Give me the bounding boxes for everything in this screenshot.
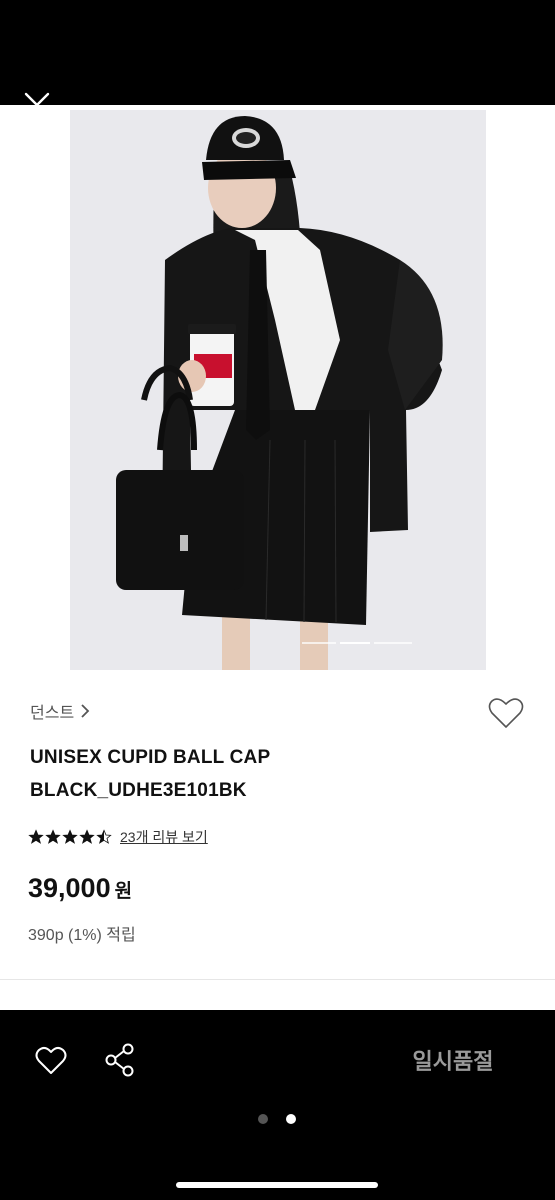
bottom-action-bar: 일시품절 — [0, 1010, 555, 1200]
price: 39,000 원 — [28, 873, 132, 904]
rating-row: 23개 리뷰 보기 — [28, 827, 208, 847]
share-icon — [105, 1043, 134, 1077]
close-button[interactable] — [20, 88, 54, 122]
home-indicator — [176, 1182, 378, 1188]
share-button[interactable] — [104, 1043, 136, 1077]
image-pager-segment — [302, 642, 336, 644]
like-button[interactable] — [34, 1044, 68, 1076]
wishlist-button[interactable] — [486, 693, 526, 733]
heart-outline-icon — [35, 1046, 67, 1074]
brand-name: 던스트 — [30, 705, 75, 722]
soldout-button[interactable]: 일시품절 — [390, 1044, 516, 1076]
star-icon — [79, 829, 95, 844]
price-amount: 39,000 — [28, 873, 111, 903]
view-page-dots — [258, 1114, 296, 1124]
close-icon — [24, 92, 50, 118]
chevron-right-icon — [81, 704, 90, 718]
star-icon — [62, 829, 78, 844]
image-pager-segment — [374, 642, 412, 644]
product-title-line: UNISEX CUPID BALL CAP — [30, 747, 271, 768]
rating-stars — [28, 829, 112, 845]
reward-points: 390p (1%) 적립 — [28, 927, 136, 944]
star-icon — [28, 829, 44, 844]
product-sheet: 던스트 UNISEX CUPID BALL CAP BLACK_UDHE3E10… — [0, 105, 555, 1010]
review-link[interactable]: 23개 리뷰 보기 — [120, 827, 208, 847]
brand-link[interactable]: 던스트 — [30, 699, 90, 723]
heart-outline-icon — [488, 698, 524, 728]
status-bar — [0, 0, 555, 105]
star-icon — [96, 829, 112, 844]
page-dot-active — [286, 1114, 296, 1124]
page-dot — [258, 1114, 268, 1124]
star-icon — [45, 829, 61, 844]
product-image[interactable] — [70, 110, 486, 670]
price-unit: 원 — [114, 881, 133, 902]
product-title-line: BLACK_UDHE3E101BK — [30, 780, 247, 801]
product-title: UNISEX CUPID BALL CAP BLACK_UDHE3E101BK — [30, 741, 510, 807]
image-pager — [302, 642, 412, 644]
divider — [0, 979, 555, 980]
image-pager-segment-active — [340, 642, 370, 644]
